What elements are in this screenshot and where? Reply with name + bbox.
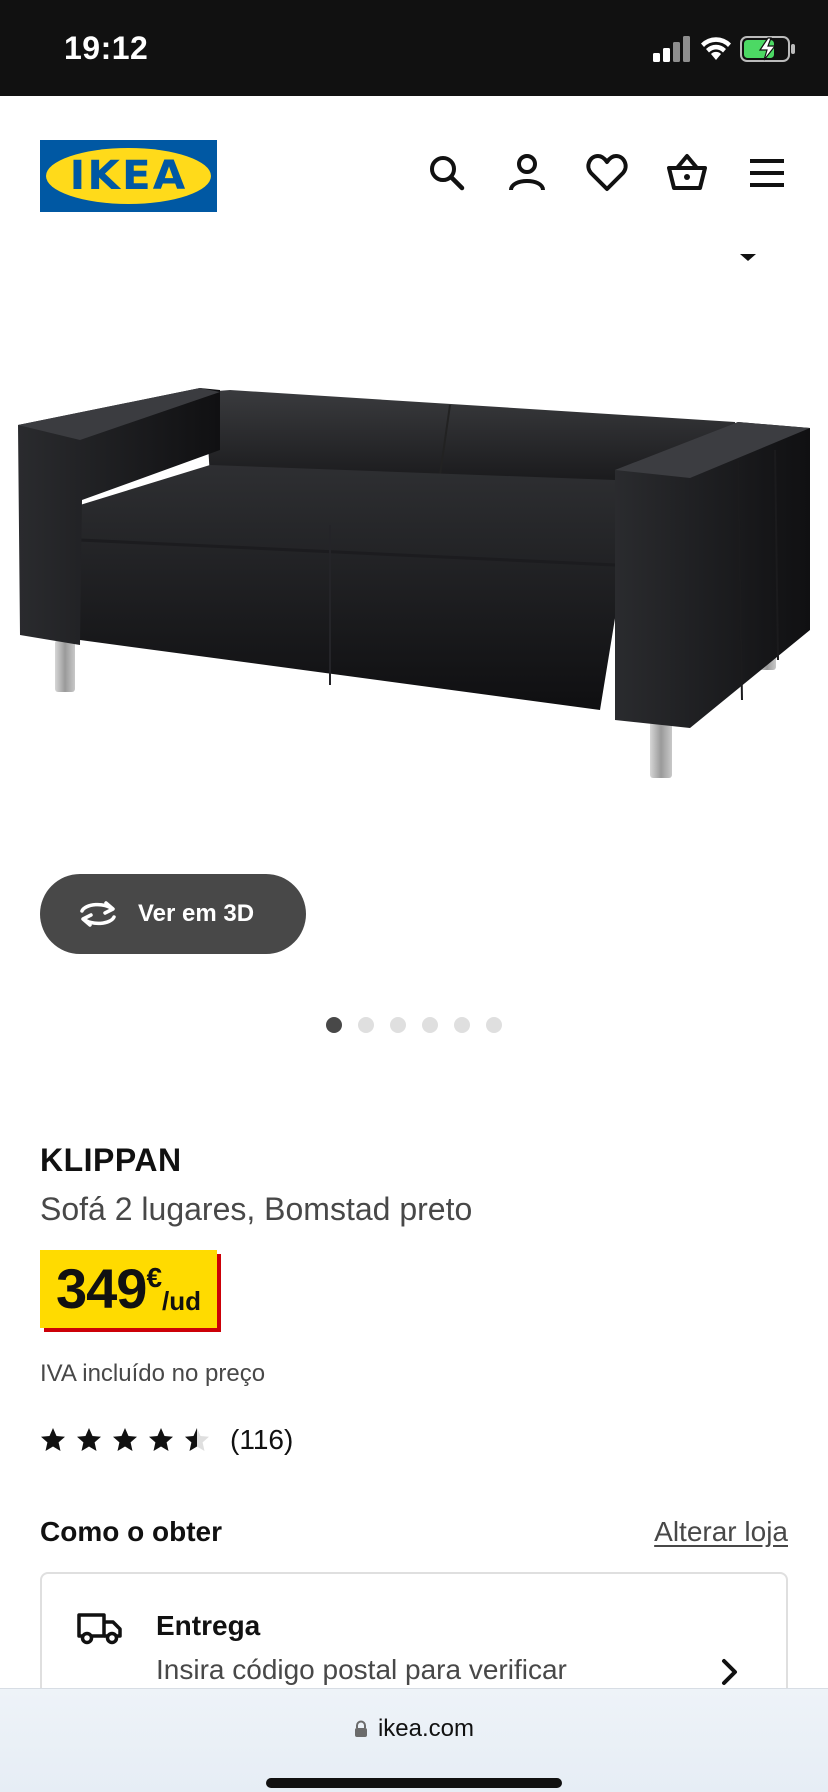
star-icon (149, 1428, 173, 1451)
how-to-get-title: Como o obter (40, 1516, 222, 1547)
delivery-title: Entrega (156, 1610, 261, 1641)
account-icon[interactable] (506, 152, 548, 194)
carousel-dot[interactable] (486, 1017, 502, 1033)
price-currency: € (146, 1262, 163, 1293)
rating[interactable]: (116) (40, 1424, 293, 1456)
change-store-link[interactable]: Alterar loja (654, 1516, 788, 1548)
menu-icon[interactable] (746, 152, 788, 194)
star-icon (41, 1428, 65, 1451)
battery-charging-icon (740, 36, 795, 62)
home-indicator[interactable] (266, 1778, 562, 1788)
product-image[interactable] (0, 300, 828, 800)
price-unit: /ud (162, 1286, 202, 1316)
vat-note: IVA incluído no preço (40, 1360, 266, 1387)
delivery-subtitle: Insira código postal para verificar (156, 1654, 567, 1685)
url-text: ikea.com (377, 1715, 475, 1742)
signal-icon (653, 36, 690, 62)
carousel-dot[interactable] (326, 1017, 342, 1033)
ikea-logo[interactable]: IKEA (40, 140, 217, 212)
price-tag: 349 € /ud (40, 1250, 218, 1328)
chevron-right-icon (722, 1659, 737, 1685)
status-bar: 19:12 (0, 0, 828, 96)
wifi-icon (701, 37, 731, 60)
delivery-truck-icon (77, 1613, 122, 1645)
star-icon (77, 1428, 101, 1451)
site-header: IKEA (0, 96, 828, 246)
star-icon (113, 1428, 137, 1451)
rotate-3d-icon (80, 901, 116, 927)
half-star-icon (185, 1428, 209, 1451)
rating-count: (116) (230, 1424, 294, 1455)
carousel-dot[interactable] (390, 1017, 406, 1033)
url-display[interactable]: ikea.com (0, 1715, 828, 1743)
product-name: KLIPPAN (40, 1142, 182, 1178)
chevron-down-icon (740, 254, 756, 261)
carousel-dot[interactable] (422, 1017, 438, 1033)
status-time: 19:12 (64, 30, 149, 66)
search-icon[interactable] (426, 152, 468, 194)
view-3d-label: Ver em 3D (138, 900, 255, 927)
view-3d-button[interactable]: Ver em 3D (40, 874, 306, 954)
wishlist-heart-icon[interactable] (586, 152, 628, 194)
browser-address-bar[interactable]: ikea.com (0, 1688, 828, 1792)
product-description: Sofá 2 lugares, Bomstad preto (40, 1191, 473, 1227)
carousel-dot[interactable] (454, 1017, 470, 1033)
carousel-dots (326, 1017, 502, 1033)
carousel-dot[interactable] (358, 1017, 374, 1033)
shopping-basket-icon[interactable] (666, 152, 708, 194)
logo-text: IKEA (69, 153, 188, 199)
price-integer: 349 (56, 1257, 147, 1320)
lock-icon (354, 1720, 367, 1737)
